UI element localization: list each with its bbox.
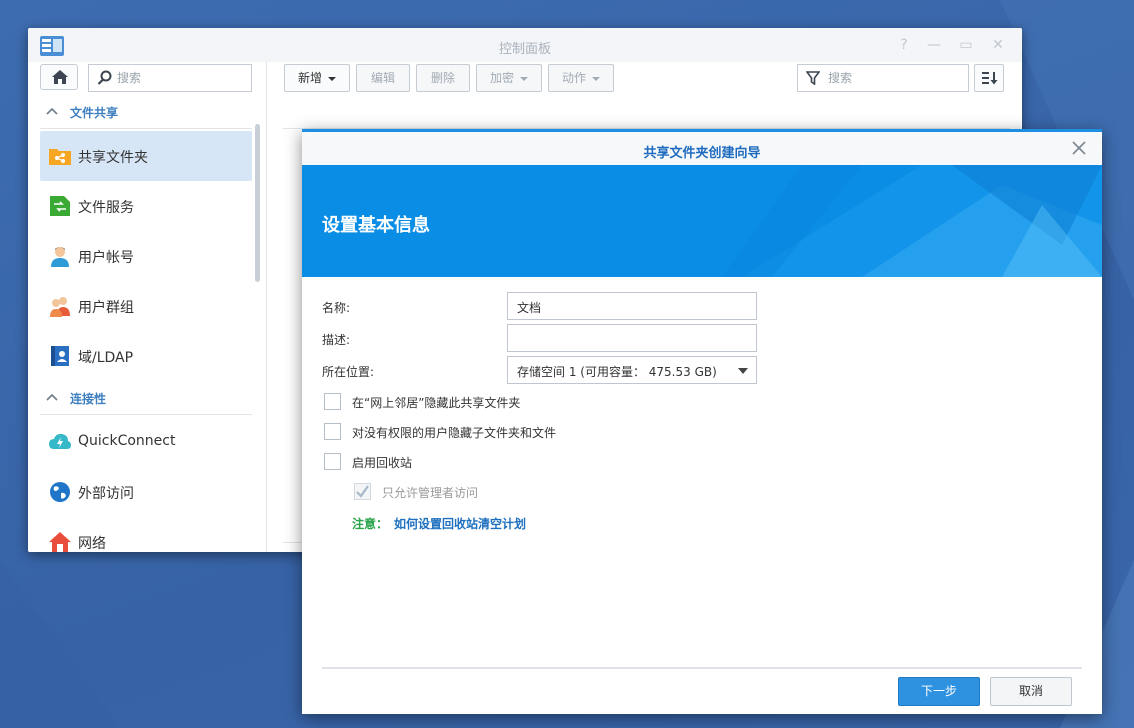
checkbox-box[interactable] (324, 453, 341, 470)
footer-divider (322, 667, 1082, 669)
window-titlebar[interactable]: 控制面板 ? — ▭ ✕ (28, 28, 1022, 62)
maximize-icon[interactable]: ▭ (958, 37, 974, 53)
next-button[interactable]: 下一步 (898, 677, 980, 706)
location-label: 所在位置: (322, 365, 375, 379)
filter-icon (806, 71, 820, 85)
name-label: 名称: (322, 301, 351, 315)
sort-icon (982, 72, 998, 85)
sidebar: 文件共享 共享文件夹 文件服务 用户帐号 (28, 62, 266, 552)
create-button[interactable]: 新增 (284, 64, 350, 92)
checkbox-box[interactable] (324, 423, 341, 440)
sidebar-item-label: 网络 (78, 536, 106, 552)
window-title: 控制面板 (498, 42, 551, 57)
create-button-label: 新增 (297, 71, 322, 85)
section-header-connectivity[interactable]: 连接性 (40, 384, 252, 415)
sidebar-item-domain-ldap[interactable]: 域/LDAP (40, 331, 252, 381)
domain-ldap-icon (51, 346, 69, 366)
recycle-bin-note: 注意： 如何设置回收站清空计划 (352, 515, 526, 532)
caret-down-icon (328, 76, 336, 81)
group-icon (50, 297, 70, 317)
sidebar-item-user[interactable]: 用户帐号 (40, 231, 252, 281)
home-icon (52, 70, 68, 84)
quickconnect-icon (49, 433, 71, 449)
sidebar-item-label: 用户帐号 (78, 250, 134, 266)
search-icon (97, 70, 112, 85)
encrypt-button-label: 加密 (489, 71, 514, 85)
sidebar-item-group[interactable]: 用户群组 (40, 281, 252, 331)
recycle-bin-schedule-link[interactable]: 如何设置回收站清空计划 (394, 517, 526, 531)
action-button-label: 动作 (561, 71, 586, 85)
caret-down-icon (520, 76, 528, 81)
section-header-file-sharing[interactable]: 文件共享 (40, 98, 252, 129)
sidebar-item-quickconnect[interactable]: QuickConnect (40, 417, 252, 467)
dropdown-arrow-icon (738, 368, 748, 374)
sidebar-item-label: 用户群组 (78, 300, 134, 316)
network-house-icon (49, 532, 71, 552)
sidebar-item-label: 域/LDAP (78, 350, 134, 366)
help-icon[interactable]: ? (896, 37, 912, 53)
name-value: 文档 (517, 301, 542, 315)
shared-folder-wizard-dialog: 共享文件夹创建向导 设置基本信息 名称: 文档 描述: 所在位置: 存储空间 1… (302, 129, 1102, 714)
description-field[interactable] (507, 324, 757, 352)
cancel-button[interactable]: 取消 (990, 677, 1072, 706)
sidebar-item-label: 文件服务 (78, 200, 134, 216)
dialog-title: 共享文件夹创建向导 (643, 146, 761, 161)
step-title: 设置基本信息 (322, 215, 430, 236)
name-field[interactable]: 文档 (507, 292, 757, 320)
checkbox-box[interactable] (324, 393, 341, 410)
sidebar-search-input[interactable] (117, 69, 243, 87)
toolbar-search-input[interactable] (828, 70, 958, 86)
section-title: 文件共享 (70, 106, 119, 120)
chevron-up-icon (46, 393, 58, 401)
checkbox-box[interactable] (354, 483, 371, 500)
description-label: 描述: (322, 333, 351, 347)
wizard-banner: 设置基本信息 (302, 165, 1102, 277)
checkbox-label: 只允许管理者访问 (382, 486, 479, 500)
close-icon[interactable]: ✕ (990, 37, 1006, 53)
sidebar-item-shared-folder[interactable]: 共享文件夹 (40, 131, 252, 181)
sidebar-item-label: QuickConnect (78, 433, 176, 449)
sidebar-item-network[interactable]: 网络 (40, 517, 252, 552)
close-icon[interactable] (1070, 139, 1088, 157)
file-services-icon (50, 196, 70, 216)
sidebar-item-label: 外部访问 (78, 486, 134, 502)
checkbox-label: 在“网上邻居”隐藏此共享文件夹 (352, 396, 521, 410)
sidebar-scrollbar[interactable] (255, 124, 260, 282)
globe-icon (50, 482, 70, 502)
toolbar-search-field[interactable] (797, 64, 969, 92)
edit-button[interactable]: 编辑 (356, 64, 410, 92)
sidebar-item-external-access[interactable]: 外部访问 (40, 467, 252, 517)
checkbox-label: 对没有权限的用户隐藏子文件夹和文件 (352, 426, 557, 440)
section-title: 连接性 (70, 392, 107, 406)
checkmark-icon (356, 485, 369, 498)
minimize-icon[interactable]: — (926, 37, 942, 53)
location-value: 存储空间 1 (可用容量： 475.53 GB) (517, 365, 717, 379)
sidebar-item-file-services[interactable]: 文件服务 (40, 181, 252, 231)
sidebar-item-label: 共享文件夹 (78, 150, 148, 166)
caret-down-icon (592, 76, 600, 81)
user-icon (51, 247, 69, 267)
delete-button[interactable]: 删除 (416, 64, 470, 92)
chevron-up-icon (46, 107, 58, 115)
encrypt-button[interactable]: 加密 (476, 64, 542, 92)
sort-button[interactable] (974, 64, 1004, 92)
home-button[interactable] (40, 64, 78, 90)
dialog-titlebar[interactable]: 共享文件夹创建向导 (302, 132, 1102, 165)
sidebar-search-field[interactable] (88, 64, 252, 92)
action-button[interactable]: 动作 (548, 64, 614, 92)
note-label: 注意： (352, 517, 389, 531)
shared-folder-icon (49, 149, 71, 165)
checkbox-label: 启用回收站 (352, 456, 413, 470)
location-select[interactable]: 存储空间 1 (可用容量： 475.53 GB) (507, 356, 757, 384)
